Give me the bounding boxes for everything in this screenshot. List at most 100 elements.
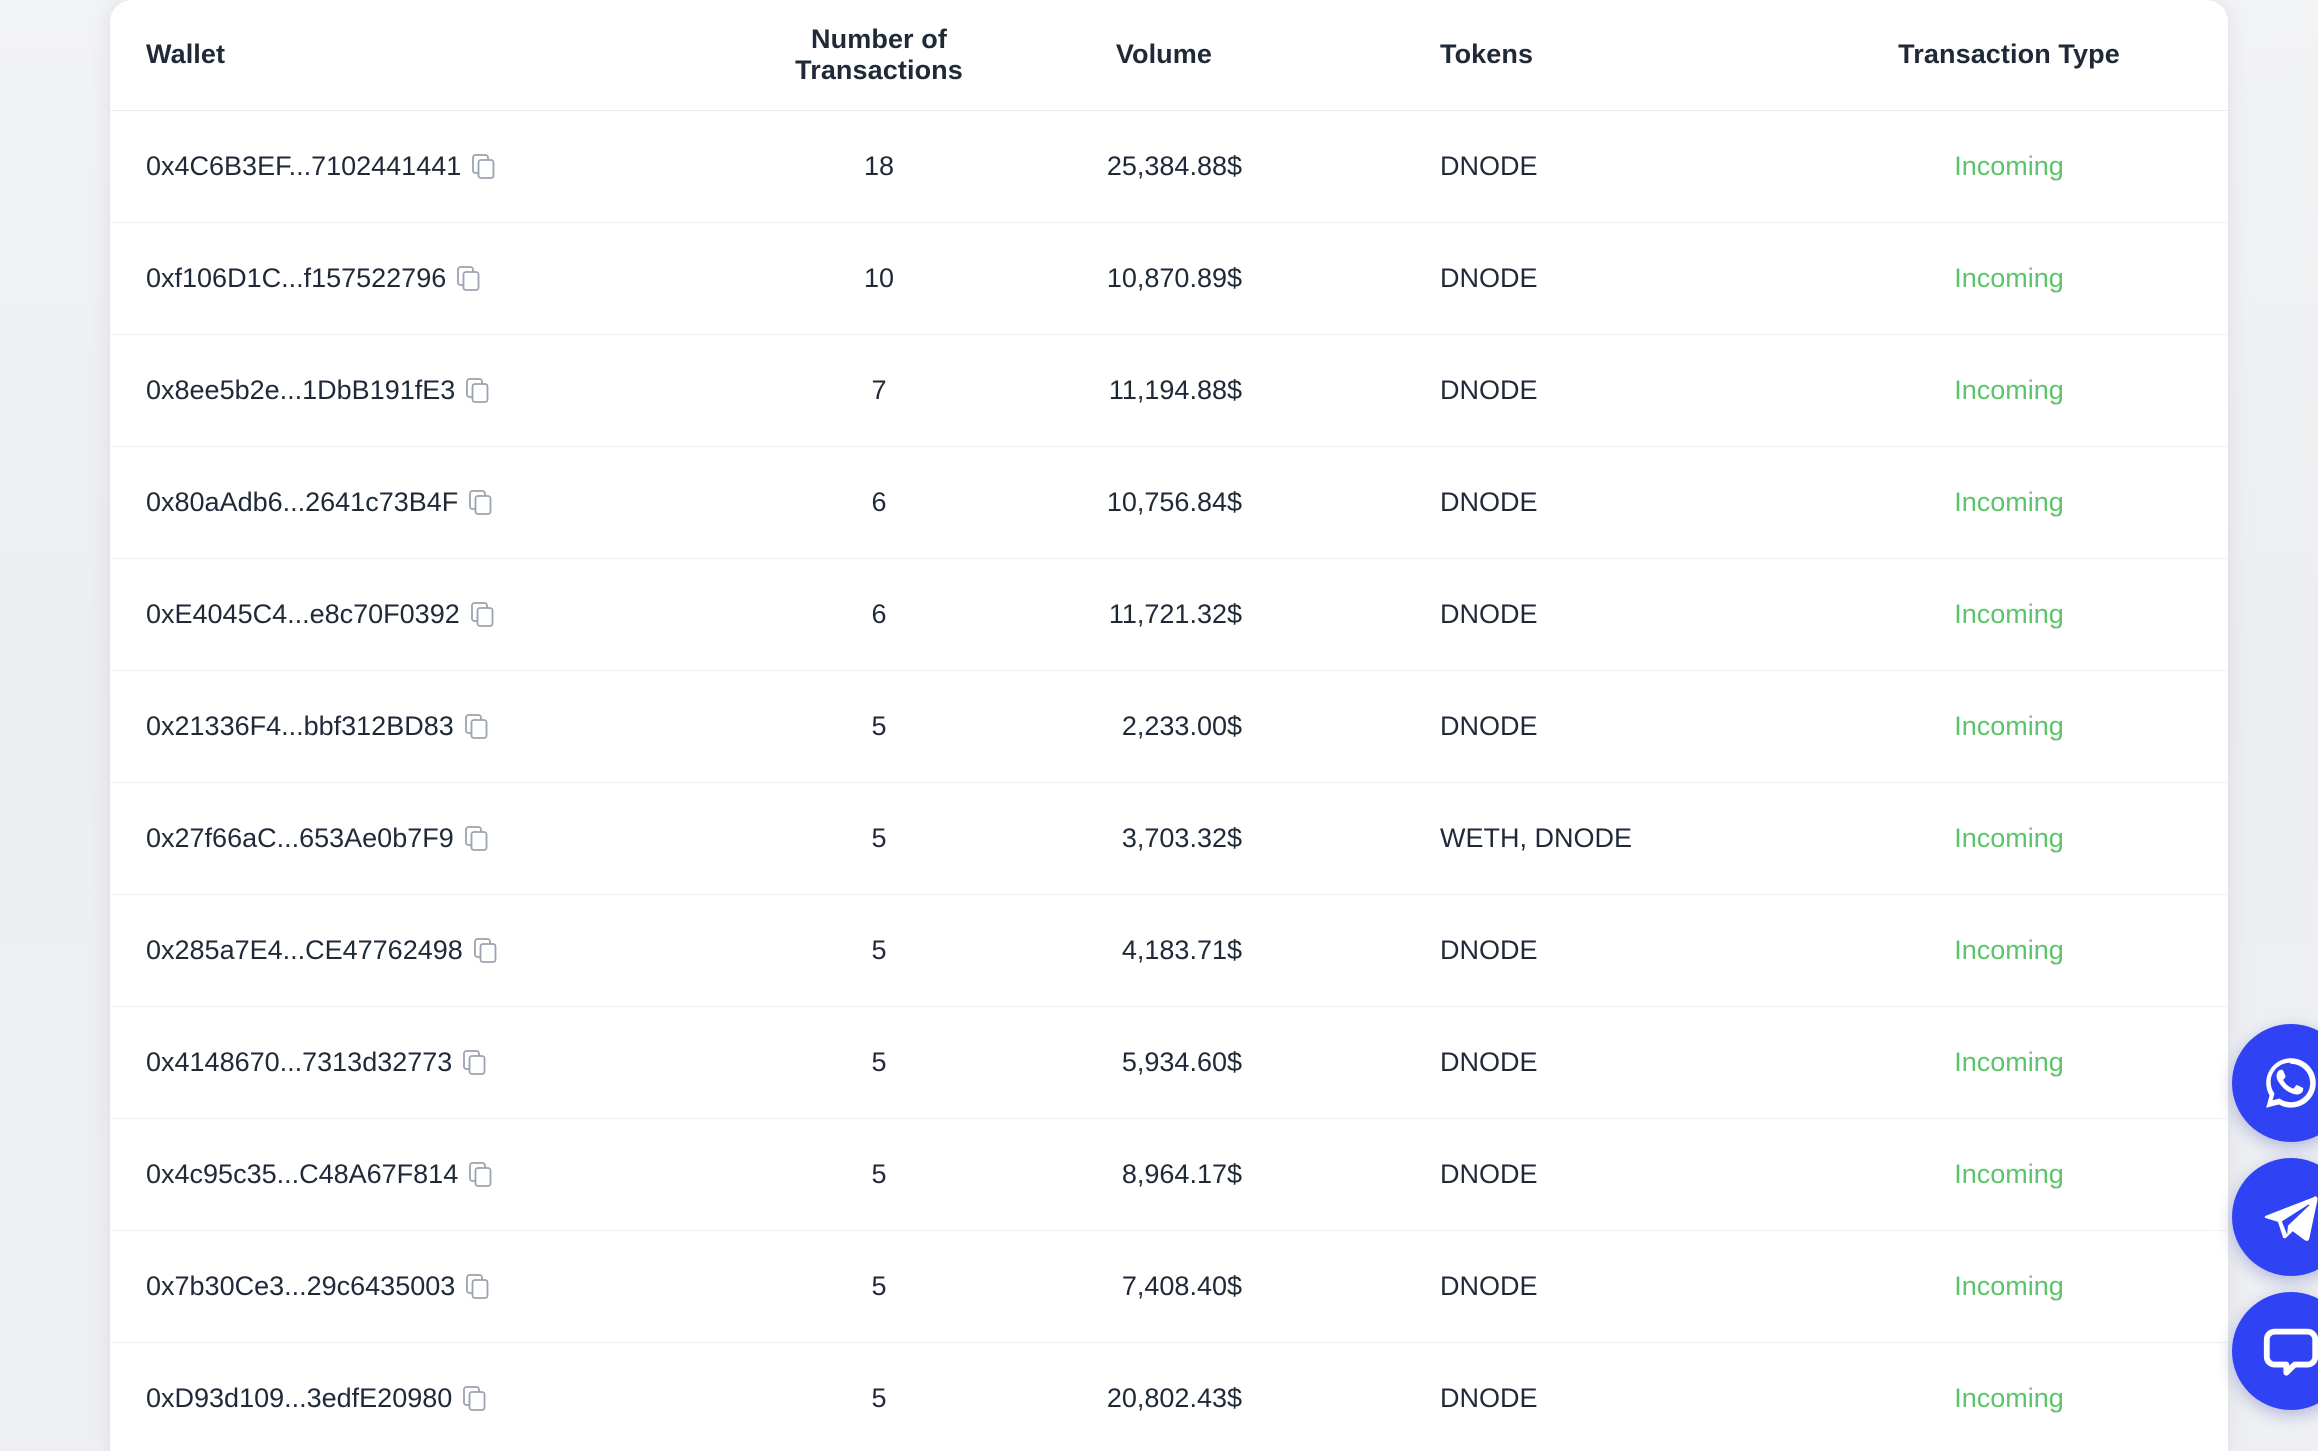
cell-transaction-type: Incoming: [1790, 1118, 2228, 1231]
status-badge: Incoming: [1954, 262, 2064, 293]
cell-volume: 4,183.71$: [1038, 894, 1360, 1007]
cell-transaction-type: Incoming: [1790, 222, 2228, 335]
cell-wallet: 0xE4045C4...e8c70F0392: [110, 558, 720, 671]
table-row[interactable]: 0xE4045C4...e8c70F0392 6 11,721.32$ DNODE In…: [110, 558, 2228, 671]
cell-wallet: 0x21336F4...bbf312BD83: [110, 670, 720, 783]
cell-wallet: 0x4c95c35...C48A67F814: [110, 1118, 720, 1231]
whatsapp-icon: [2260, 1052, 2318, 1114]
status-badge: Incoming: [1954, 934, 2064, 965]
cell-wallet: 0xf106D1C...f157522796: [110, 222, 720, 335]
live-chat-button[interactable]: [2232, 1292, 2318, 1410]
wallet-cell: 0x4148670...7313d32773: [146, 1046, 720, 1078]
cell-wallet: 0x8ee5b2e...1DbB191fE3: [110, 334, 720, 447]
cell-wallet: 0x4C6B3EF...7102441441: [110, 110, 720, 223]
wallet-cell: 0x80aAdb6...2641c73B4F: [146, 486, 720, 518]
copy-icon[interactable]: [457, 266, 481, 292]
copy-icon[interactable]: [469, 1162, 493, 1188]
copy-icon[interactable]: [463, 1386, 487, 1412]
cell-transaction-count: 6: [720, 446, 1038, 559]
cell-tokens: DNODE: [1360, 110, 1790, 223]
cell-tokens: DNODE: [1360, 1006, 1790, 1119]
cell-wallet: 0x7b30Ce3...29c6435003: [110, 1230, 720, 1343]
table-row[interactable]: 0xD93d109...3edfE20980 5 20,802.43$ DNODE In…: [110, 1342, 2228, 1451]
copy-icon[interactable]: [469, 490, 493, 516]
column-header-transaction-type[interactable]: Transaction Type: [1790, 0, 2228, 111]
cell-wallet: 0x27f66aC...653Ae0b7F9: [110, 782, 720, 895]
table-row[interactable]: 0x4c95c35...C48A67F814 5 8,964.17$ DNODE Inc…: [110, 1118, 2228, 1231]
copy-icon[interactable]: [463, 1050, 487, 1076]
column-header-volume[interactable]: Volume: [1038, 0, 1360, 111]
cell-transaction-count: 5: [720, 782, 1038, 895]
copy-icon[interactable]: [470, 602, 495, 628]
table-row[interactable]: 0x285a7E4...CE47762498 5 4,183.71$ DNODE Inc…: [110, 894, 2228, 1007]
wallet-address: 0x4C6B3EF...7102441441: [146, 150, 462, 181]
cell-transaction-type: Incoming: [1790, 1006, 2228, 1119]
cell-volume: 5,934.60$: [1038, 1006, 1360, 1119]
wallet-address: 0x8ee5b2e...1DbB191fE3: [146, 374, 456, 405]
cell-transaction-type: Incoming: [1790, 670, 2228, 783]
wallet-cell: 0xD93d109...3edfE20980: [146, 1382, 720, 1414]
cell-volume: 25,384.88$: [1038, 110, 1360, 223]
cell-transaction-count: 5: [720, 1118, 1038, 1231]
status-badge: Incoming: [1954, 822, 2064, 853]
column-header-line2: Transactions: [795, 54, 963, 85]
table-row[interactable]: 0x27f66aC...653Ae0b7F9 5 3,703.32$ WETH, DN…: [110, 782, 2228, 895]
wallet-address: 0xD93d109...3edfE20980: [146, 1382, 453, 1413]
cell-tokens: DNODE: [1360, 670, 1790, 783]
wallet-cell: 0x7b30Ce3...29c6435003: [146, 1270, 720, 1302]
cell-transaction-count: 18: [720, 110, 1038, 223]
cell-transaction-type: Incoming: [1790, 1230, 2228, 1343]
copy-icon[interactable]: [466, 1274, 490, 1300]
column-header-number-of-transactions[interactable]: Number of Transactions: [720, 0, 1038, 111]
table-row[interactable]: 0x80aAdb6...2641c73B4F 6 10,756.84$ DNODE In…: [110, 446, 2228, 559]
table-row[interactable]: 0x7b30Ce3...29c6435003 5 7,408.40$ DNODE Inc…: [110, 1230, 2228, 1343]
cell-tokens: DNODE: [1360, 894, 1790, 1007]
status-badge: Incoming: [1954, 1046, 2064, 1077]
status-badge: Incoming: [1954, 598, 2064, 629]
status-badge: Incoming: [1954, 1382, 2064, 1413]
cell-transaction-count: 6: [720, 558, 1038, 671]
wallet-address: 0x80aAdb6...2641c73B4F: [146, 486, 459, 517]
table-row[interactable]: 0xf106D1C...f157522796 10 10,870.89$ DNODE I…: [110, 222, 2228, 335]
cell-transaction-type: Incoming: [1790, 334, 2228, 447]
copy-icon[interactable]: [464, 826, 489, 852]
wallet-address: 0x21336F4...bbf312BD83: [146, 710, 454, 741]
copy-icon[interactable]: [464, 714, 489, 740]
cell-tokens: DNODE: [1360, 1342, 1790, 1451]
cell-transaction-type: Incoming: [1790, 894, 2228, 1007]
table-row[interactable]: 0x8ee5b2e...1DbB191fE3 7 11,194.88$ DNODE In…: [110, 334, 2228, 447]
cell-tokens: DNODE: [1360, 1230, 1790, 1343]
cell-transaction-type: Incoming: [1790, 110, 2228, 223]
table-row[interactable]: 0x4C6B3EF...7102441441 18 25,384.88$ DNODE I…: [110, 110, 2228, 223]
copy-icon[interactable]: [472, 154, 496, 180]
column-header-tokens[interactable]: Tokens: [1360, 0, 1790, 111]
cell-tokens: DNODE: [1360, 334, 1790, 447]
copy-icon[interactable]: [466, 378, 490, 404]
table-row[interactable]: 0x4148670...7313d32773 5 5,934.60$ DNODE Inc…: [110, 1006, 2228, 1119]
wallet-cell: 0xE4045C4...e8c70F0392: [146, 598, 720, 630]
wallet-cell: 0x4C6B3EF...7102441441: [146, 150, 720, 182]
cell-transaction-count: 5: [720, 1342, 1038, 1451]
whatsapp-button[interactable]: [2232, 1024, 2318, 1142]
wallet-cell: 0x21336F4...bbf312BD83: [146, 710, 720, 742]
cell-transaction-type: Incoming: [1790, 782, 2228, 895]
table-row[interactable]: 0x21336F4...bbf312BD83 5 2,233.00$ DNODE Inc…: [110, 670, 2228, 783]
wallet-cell: 0x27f66aC...653Ae0b7F9: [146, 822, 720, 854]
cell-tokens: DNODE: [1360, 446, 1790, 559]
telegram-button[interactable]: [2232, 1158, 2318, 1276]
cell-transaction-count: 5: [720, 1006, 1038, 1119]
wallet-transactions-table: Wallet Number of Transactions Volume Tok…: [110, 0, 2228, 1451]
cell-transaction-type: Incoming: [1790, 1342, 2228, 1451]
status-badge: Incoming: [1954, 1270, 2064, 1301]
wallet-address: 0x4148670...7313d32773: [146, 1046, 453, 1077]
wallet-address: 0xf106D1C...f157522796: [146, 262, 447, 293]
cell-transaction-type: Incoming: [1790, 558, 2228, 671]
wallet-table-card: Wallet Number of Transactions Volume Tok…: [110, 0, 2228, 1451]
cell-wallet: 0x80aAdb6...2641c73B4F: [110, 446, 720, 559]
cell-tokens: DNODE: [1360, 222, 1790, 335]
cell-volume: 2,233.00$: [1038, 670, 1360, 783]
column-header-wallet[interactable]: Wallet: [110, 0, 720, 111]
cell-tokens: DNODE: [1360, 1118, 1790, 1231]
copy-icon[interactable]: [473, 938, 498, 964]
table-header-row: Wallet Number of Transactions Volume Tok…: [110, 0, 2228, 111]
